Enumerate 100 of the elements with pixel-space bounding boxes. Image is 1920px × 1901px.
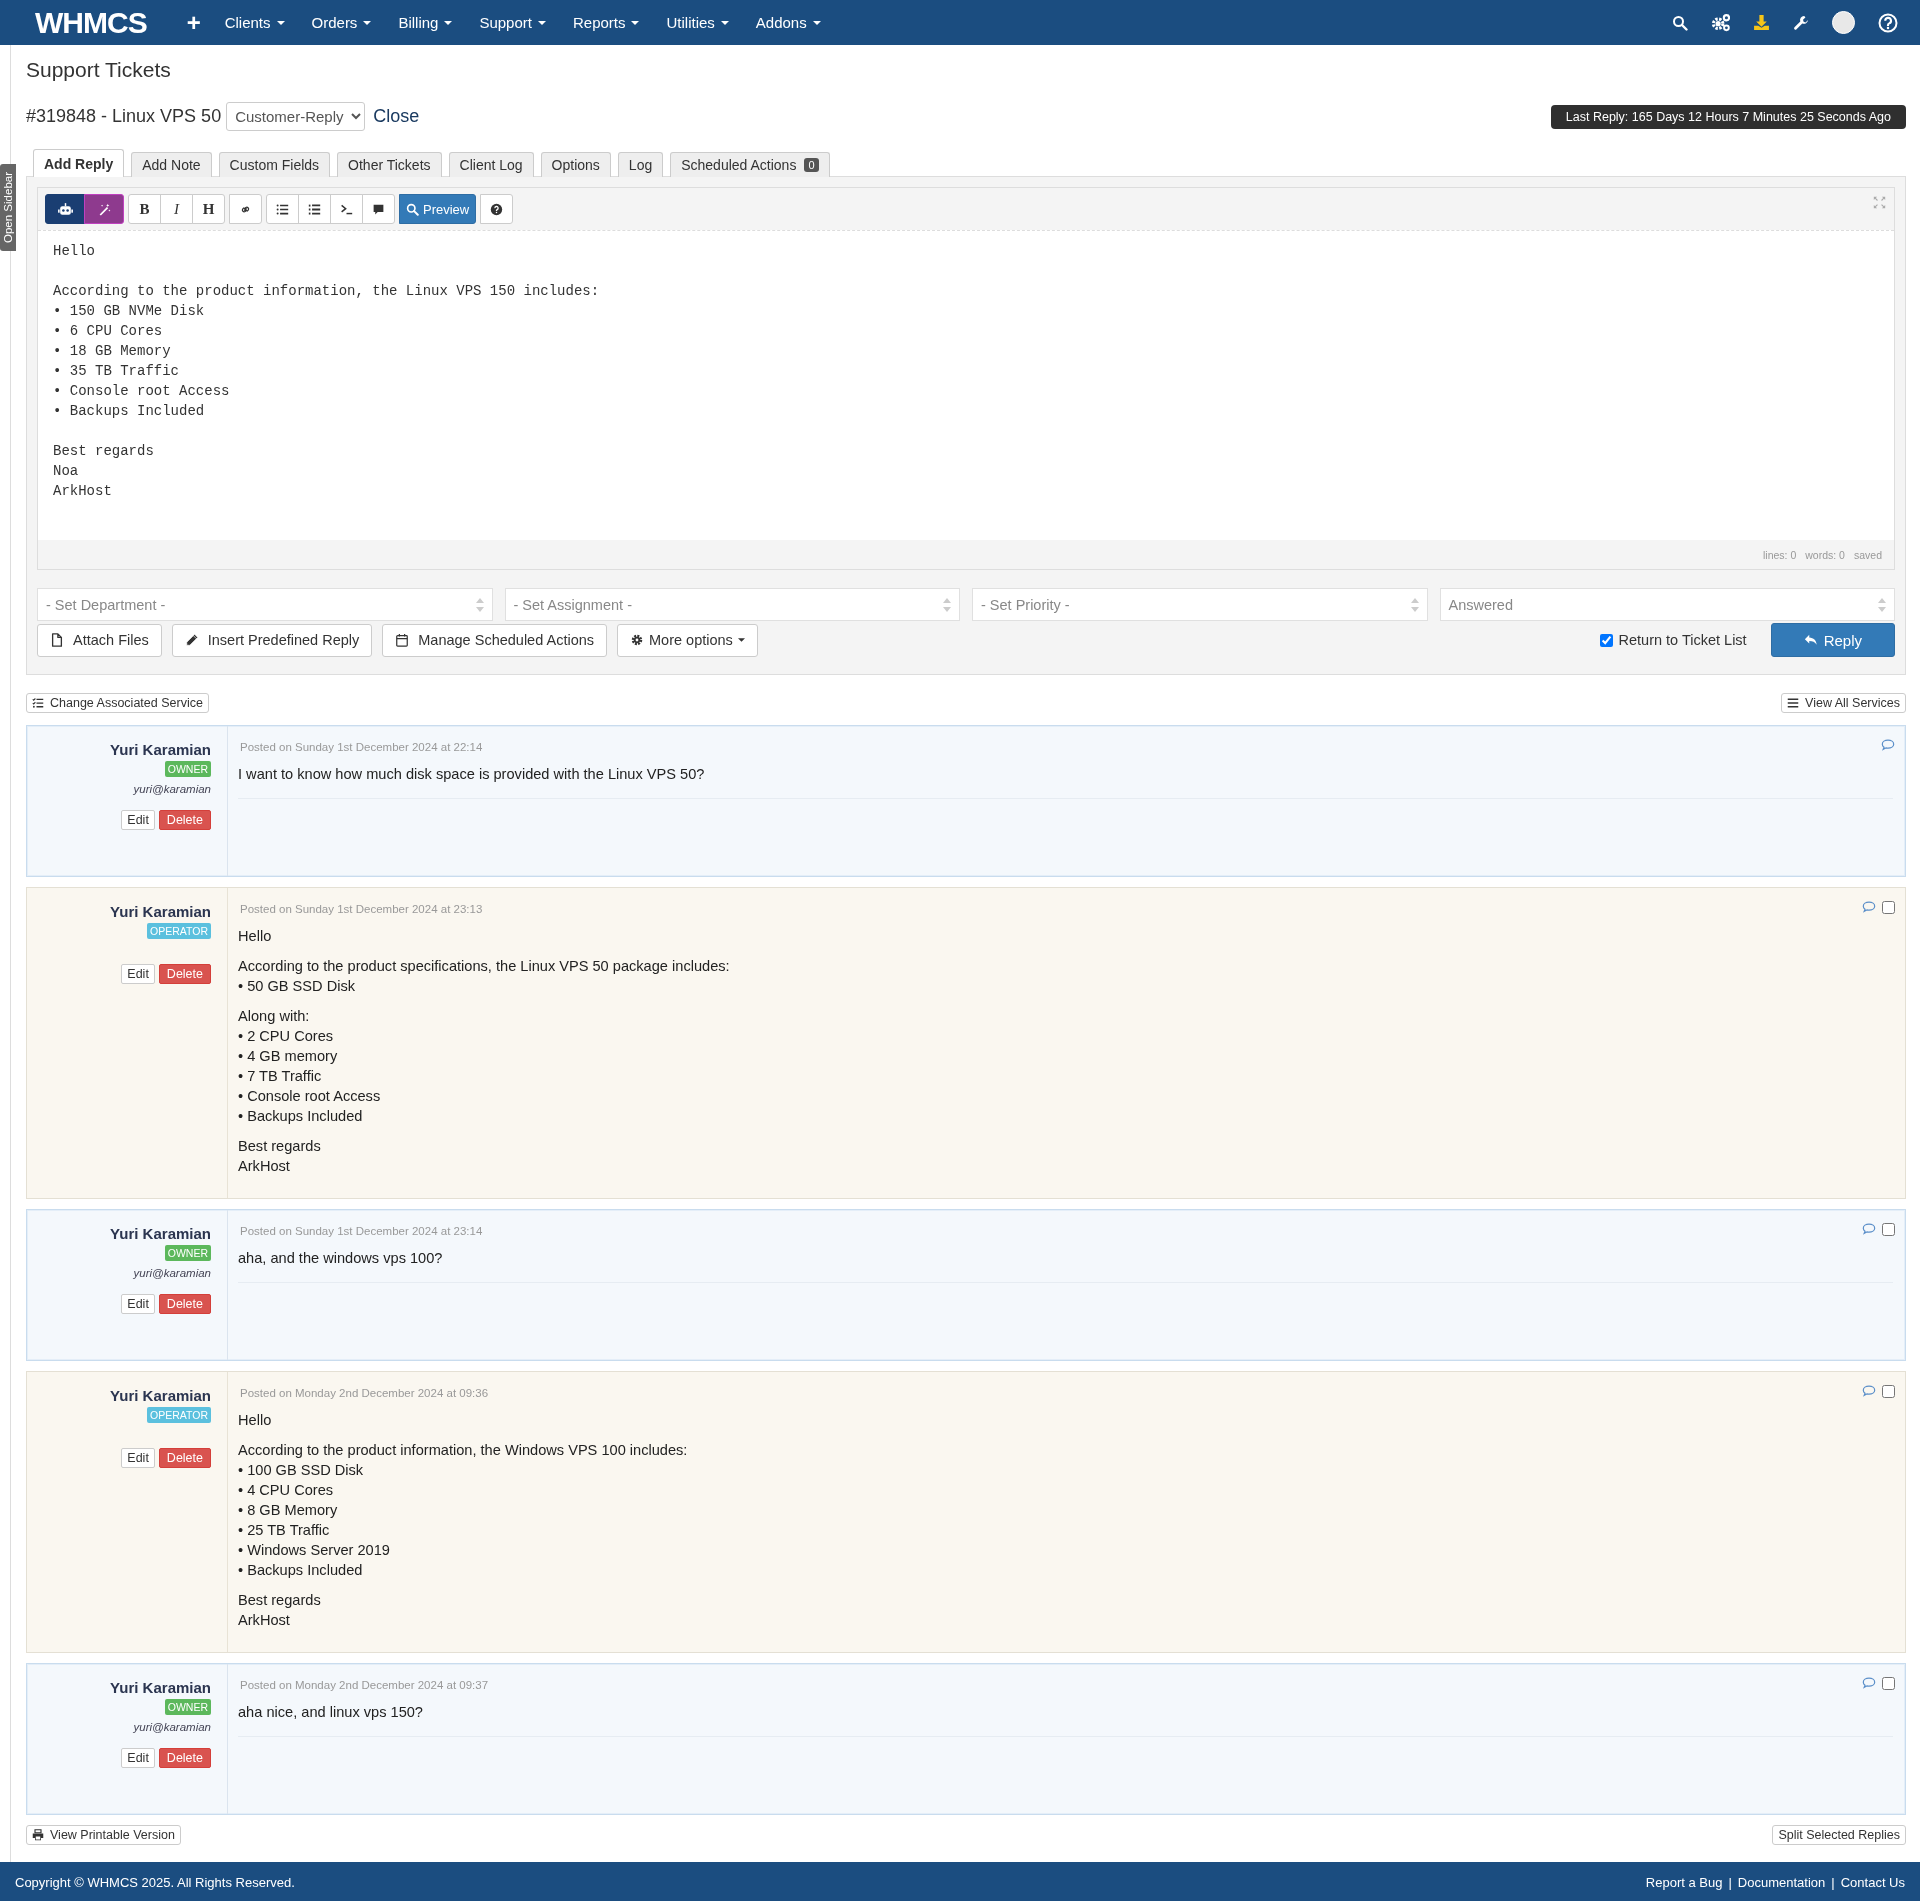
nav-menu[interactable]: Support (479, 14, 546, 31)
split-replies-button[interactable]: Split Selected Replies (1772, 1825, 1906, 1845)
status-select[interactable]: Customer-Reply (226, 102, 366, 131)
edit-button[interactable]: Edit (121, 1748, 155, 1768)
message-text: Hello (238, 927, 273, 946)
action-button[interactable]: Attach Files (37, 623, 162, 657)
tab[interactable]: Other Tickets (337, 152, 442, 177)
checkbox-label: Return to Ticket List (1618, 632, 1747, 648)
bulleted-list-button[interactable] (266, 194, 299, 224)
numbered-list-button[interactable] (298, 194, 331, 224)
preview-button[interactable]: Preview (399, 194, 477, 224)
nav-menu[interactable]: Clients (224, 14, 285, 31)
quote-reply-icon (1862, 1384, 1876, 1398)
edit-button[interactable]: Edit (121, 1448, 155, 1468)
action-button[interactable]: Insert Predefined Reply (171, 623, 373, 657)
author-email: yuri@karamian (133, 1721, 211, 1733)
terminal-icon (340, 202, 353, 216)
list-icon (308, 202, 321, 216)
author-name: Yuri Karamian (110, 903, 211, 920)
delete-button[interactable]: Delete (158, 1294, 211, 1314)
heading-button[interactable]: H (192, 194, 225, 224)
quote-reply-icon (1862, 900, 1876, 914)
menu-icon (1787, 697, 1800, 709)
tab[interactable]: Log (617, 152, 664, 177)
tab[interactable]: Custom Fields (218, 152, 331, 177)
delete-button[interactable]: Delete (158, 810, 211, 830)
tab[interactable]: Options (540, 152, 611, 177)
avatar[interactable] (1832, 11, 1855, 34)
message-text: According to the product information, the Windows VPS 100 includes: • 100 GB SSD Disk • 4 CPU Cores • 8 GB Memory • 25 TB Traffic • Windows Server 2019 • Backups Included (238, 1441, 689, 1580)
help-button[interactable] (480, 194, 514, 224)
message-text: Best regards ArkHost (238, 1591, 322, 1630)
select-checkbox[interactable] (1882, 1384, 1895, 1398)
nav-menu[interactable]: Orders (311, 14, 372, 31)
select-checkbox[interactable] (1882, 1222, 1895, 1236)
sort-icon (1878, 597, 1886, 612)
quote-button[interactable] (362, 194, 395, 224)
logo[interactable]: WHMCS (35, 5, 147, 40)
footer-link[interactable]: Report a Bug (1645, 1874, 1723, 1890)
nav-menu[interactable]: Utilities (666, 14, 729, 31)
action-button[interactable]: Manage Scheduled Actions (382, 623, 608, 657)
return-checkbox[interactable] (1599, 633, 1613, 647)
post-date: Posted on Sunday 1st December 2024 at 23:13 (240, 903, 483, 915)
role-badge: OPERATOR (147, 1407, 211, 1423)
bold-button[interactable]: B (128, 194, 161, 224)
reply-button[interactable]: Reply (1770, 623, 1895, 657)
gears-icon (1711, 13, 1730, 32)
select-field[interactable]: Answered (1439, 588, 1895, 621)
select-checkbox[interactable] (1882, 1676, 1895, 1690)
comment-icon (372, 202, 385, 216)
editor-status: lines: 0 (1763, 549, 1797, 561)
reply-text-area[interactable]: Hello According to the product information, the Linux VPS 150 includes: • 150 GB NVMe Disk • 6 CPU Cores • 18 GB Memory • 35 TB Traffic • Console root Access • Backups Included Best regards Noa ArkHost (38, 230, 1894, 540)
select-field[interactable]: - Set Department - (37, 588, 493, 621)
sort-icon (475, 597, 484, 612)
footer-link[interactable]: Contact Us (1840, 1874, 1905, 1890)
select-field[interactable]: - Set Priority - (972, 588, 1428, 621)
edit-button[interactable]: Edit (121, 810, 155, 830)
robot-icon (56, 200, 74, 218)
more-options-button[interactable]: More options (617, 623, 758, 657)
author-name: Yuri Karamian (110, 1387, 211, 1404)
add-new-button[interactable]: + (186, 8, 201, 37)
ai-assist-button[interactable] (45, 194, 85, 224)
close-link[interactable]: Close (373, 106, 420, 127)
caret-icon (363, 20, 372, 25)
author-email: yuri@karamian (133, 783, 211, 795)
tab[interactable]: Scheduled Actions 0 (670, 152, 830, 177)
separator: | (1728, 1874, 1732, 1890)
message-text: Best regards ArkHost (238, 1137, 322, 1176)
nav-menu[interactable]: Reports (572, 14, 640, 31)
bulleted-list-icon (276, 202, 289, 216)
select-checkbox[interactable] (1882, 900, 1895, 914)
tab[interactable]: Add Reply (33, 149, 125, 177)
quote-reply-icon (1862, 1676, 1876, 1690)
delete-button[interactable]: Delete (158, 1448, 211, 1468)
link-button[interactable] (229, 194, 262, 224)
select-field[interactable]: - Set Assignment - (504, 588, 960, 621)
view-services-button[interactable]: View All Services (1781, 693, 1906, 713)
nav-menu[interactable]: Billing (398, 14, 453, 31)
post-date: Posted on Sunday 1st December 2024 at 23:14 (240, 1225, 483, 1237)
role-badge: OWNER (164, 1245, 211, 1261)
author-email: yuri@karamian (133, 1267, 211, 1279)
italic-button[interactable]: I (160, 194, 193, 224)
delete-button[interactable]: Delete (158, 964, 211, 984)
tab[interactable]: Add Note (131, 152, 212, 177)
edit-button[interactable]: Edit (121, 964, 155, 984)
calendar-icon (395, 633, 410, 647)
caret-icon (444, 20, 453, 25)
nav-menu[interactable]: Addons (755, 14, 821, 31)
change-service-button[interactable]: Change Associated Service (26, 693, 209, 713)
edit-button[interactable]: Edit (121, 1294, 155, 1314)
delete-button[interactable]: Delete (158, 1748, 211, 1768)
role-badge: OWNER (164, 1699, 211, 1715)
author-name: Yuri Karamian (110, 1225, 211, 1242)
editor-status: words: 0 (1805, 549, 1845, 561)
tab[interactable]: Client Log (448, 152, 534, 177)
footer-link[interactable]: Documentation (1737, 1874, 1826, 1890)
message-text: According to the product specifications, the Linux VPS 50 package includes: • 50 GB SSD Disk (238, 957, 731, 996)
author-name: Yuri Karamian (110, 1679, 211, 1696)
caret-icon (631, 20, 640, 25)
open-sidebar-tab[interactable]: Open Sidebar (0, 164, 16, 251)
printable-version-button[interactable]: View Printable Version (26, 1825, 181, 1845)
